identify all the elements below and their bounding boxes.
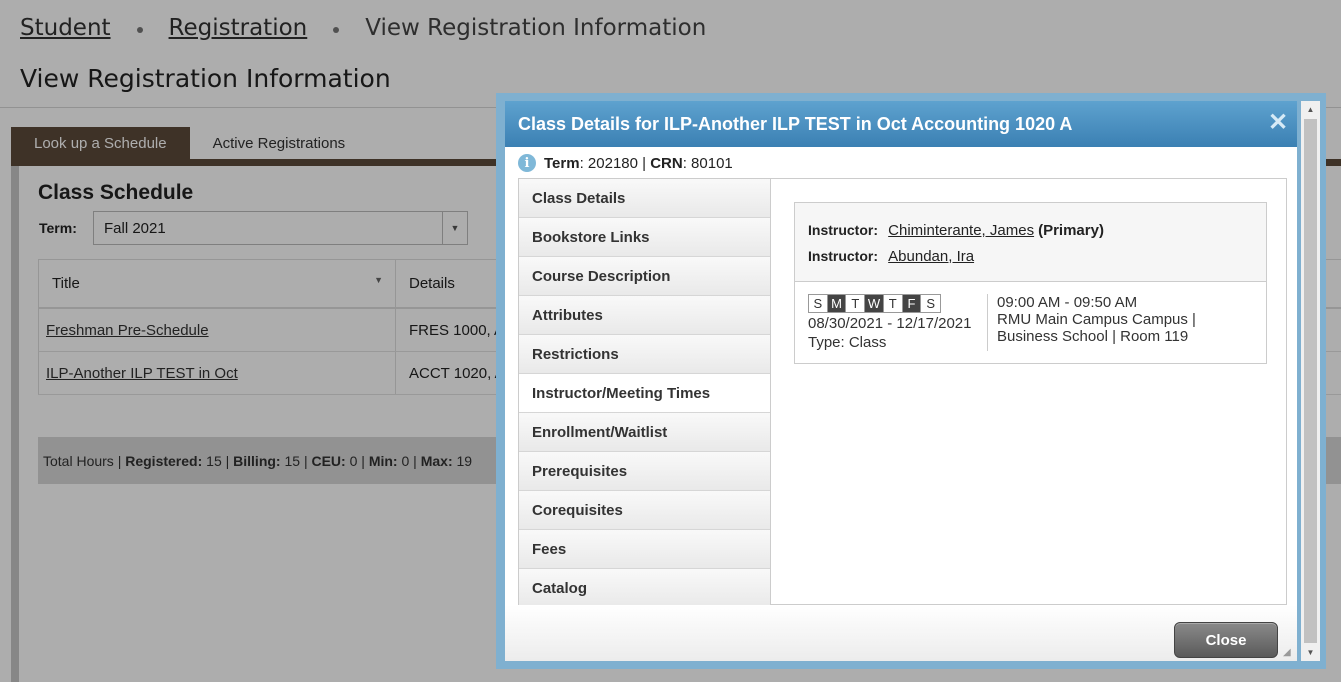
instructor-label: Instructor: [808,248,878,264]
meeting-time: S M T W T F S 08/30/2021 - 12/17/2021 Ty… [795,282,1266,362]
nav-item-class-details[interactable]: Class Details [519,179,770,218]
instructor-label: Instructor: [808,222,878,238]
meeting-time-range: 09:00 AM - 09:50 AM [997,294,1138,311]
nav-item-enrollment-waitlist[interactable]: Enrollment/Waitlist [519,413,770,452]
dialog-title: Class Details for ILP-Another ILP TEST i… [518,113,1073,134]
class-details-dialog: Class Details for ILP-Another ILP TEST i… [505,101,1297,661]
nav-item-bookstore-links[interactable]: Bookstore Links [519,218,770,257]
dialog-header[interactable]: Class Details for ILP-Another ILP TEST i… [505,101,1297,147]
instructor-name-link[interactable]: Abundan, Ira [888,248,974,265]
nav-item-attributes[interactable]: Attributes [519,296,770,335]
meeting-location-line2: Business School | Room 119 [997,328,1189,345]
meeting-days: S M T W T F S [808,294,941,313]
nav-item-corequisites[interactable]: Corequisites [519,491,770,530]
day-saturday: S [921,295,941,312]
dialog-scrollbar[interactable]: ▲ ▼ [1301,101,1320,661]
term-value: : 202180 | [579,154,647,172]
instructor-name-link[interactable]: Chiminterante, James [888,222,1034,239]
resize-grip-icon[interactable]: ◢ [1283,647,1295,659]
nav-item-prerequisites[interactable]: Prerequisites [519,452,770,491]
instructor-row: Instructor: Chiminterante, James (Primar… [808,217,1266,243]
nav-item-instructor-meeting-times[interactable]: Instructor/Meeting Times [519,374,770,413]
scroll-down-icon[interactable]: ▼ [1301,644,1320,661]
meeting-time-location: 09:00 AM - 09:50 AM RMU Main Campus Camp… [987,294,1196,351]
day-wednesday: W [865,295,884,312]
details-panel: Class Details Bookstore Links Course Des… [518,178,1287,608]
info-icon: i [518,154,536,172]
details-nav: Class Details Bookstore Links Course Des… [519,179,771,608]
nav-item-catalog[interactable]: Catalog [519,569,770,608]
day-friday: F [902,295,922,312]
close-icon[interactable]: ✕ [1267,111,1289,135]
nav-item-restrictions[interactable]: Restrictions [519,335,770,374]
day-thursday: T [883,295,903,312]
nav-item-fees[interactable]: Fees [519,530,770,569]
instructor-list: Instructor: Chiminterante, James (Primar… [795,203,1266,282]
term-crn-line: i Term : 202180 | CRN : 80101 [518,153,733,173]
day-tuesday: T [846,295,866,312]
scrollbar-thumb[interactable] [1304,119,1317,643]
instructor-row: Instructor: Abundan, Ira [808,243,1266,269]
day-sunday: S [809,295,828,312]
instructor-role: (Primary) [1038,221,1104,239]
nav-item-course-description[interactable]: Course Description [519,257,770,296]
crn-label: CRN [650,154,683,172]
close-button[interactable]: Close [1174,622,1278,658]
dialog-footer: Close ◢ [505,605,1297,661]
instructor-meeting-box: Instructor: Chiminterante, James (Primar… [794,202,1267,364]
meeting-location-line1: RMU Main Campus Campus | [997,311,1196,328]
term-label: Term [544,154,580,172]
scroll-up-icon[interactable]: ▲ [1301,101,1320,118]
crn-value: : 80101 [682,154,733,172]
day-monday: M [827,295,847,312]
